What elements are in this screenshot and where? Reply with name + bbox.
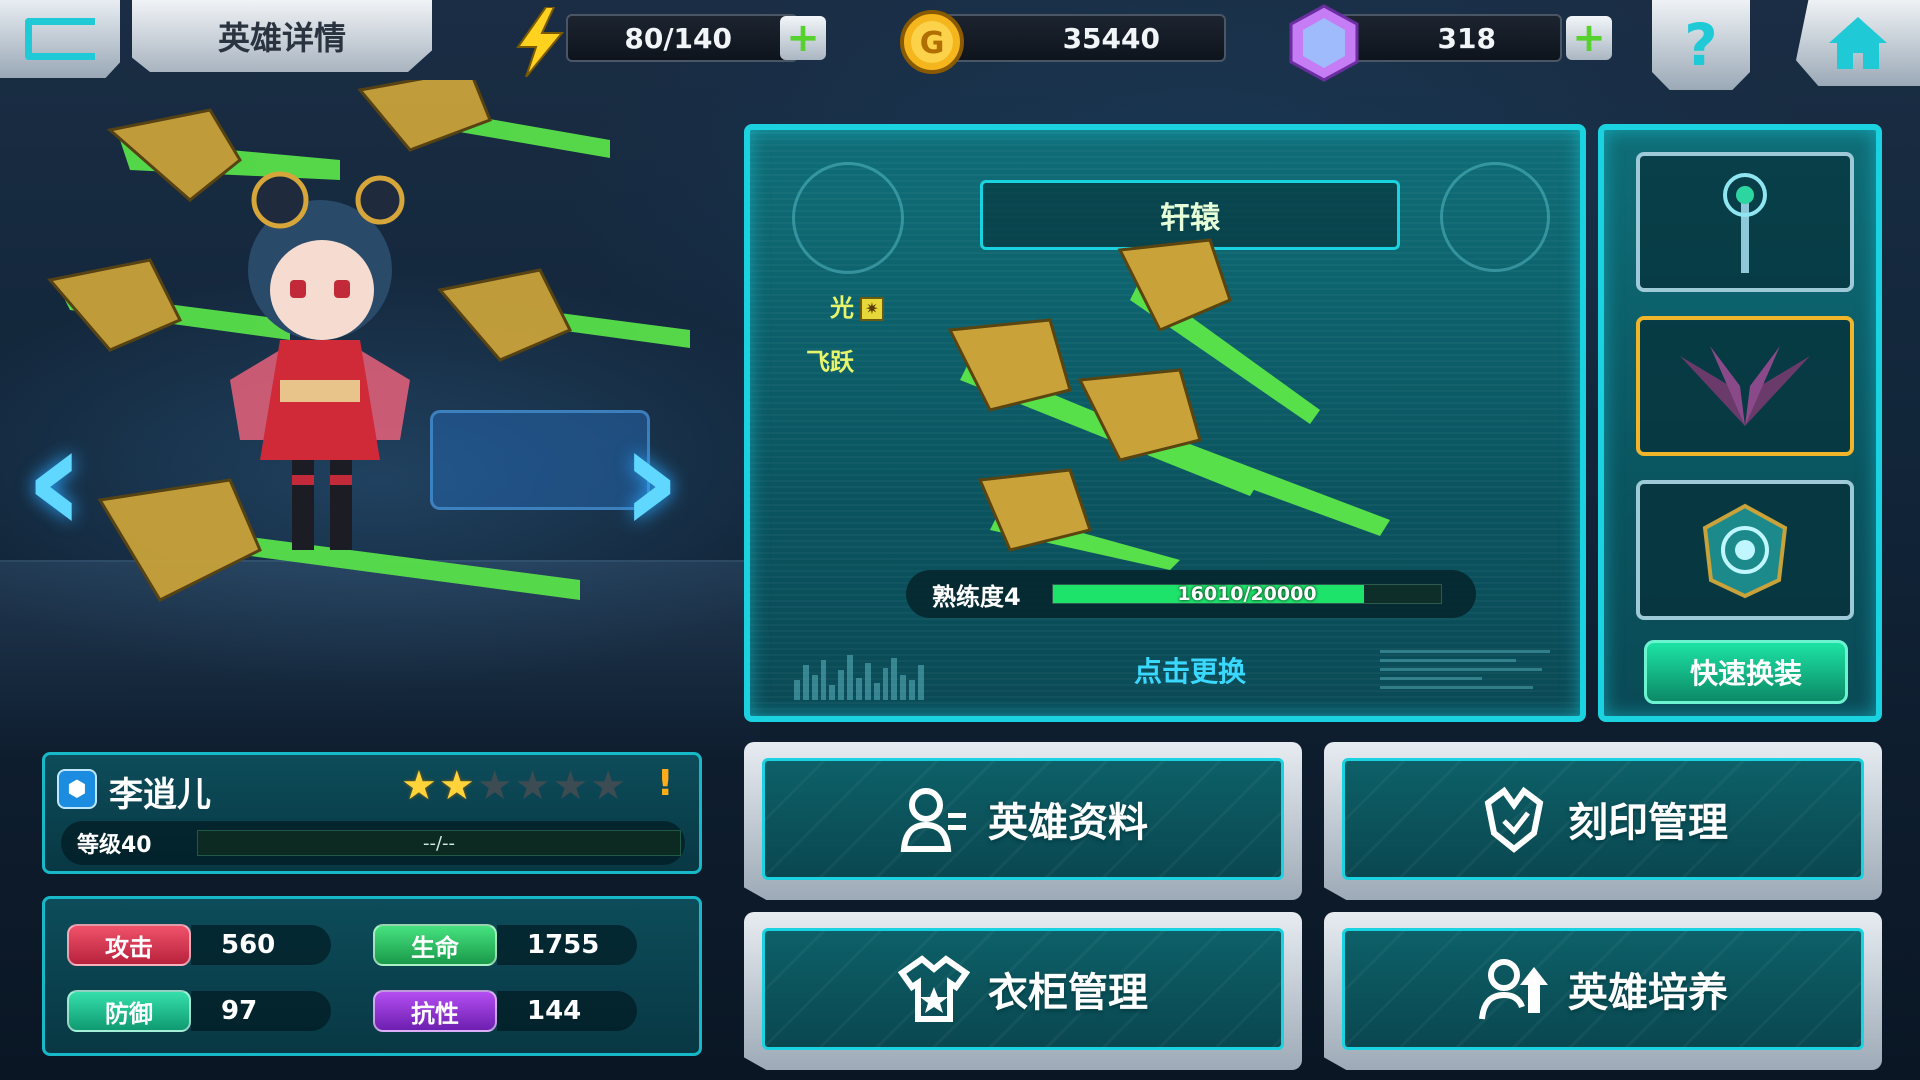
flying-sword [437,268,690,362]
lightning-icon [510,6,570,78]
defense-stat: 防御 97 [67,987,331,1035]
hp-label: 生命 [373,924,497,966]
star-filled-icon: ★ [438,763,475,809]
weapon-artwork[interactable] [880,210,1440,570]
imprint-icon [1478,783,1550,855]
mastery-label: 熟练度4 [932,582,1021,611]
add-gems-button[interactable]: + [1566,16,1612,60]
attack-value: 560 [191,925,331,965]
hero-info-label: 英雄资料 [988,800,1148,846]
training-label: 英雄培养 [1568,970,1728,1016]
training-button[interactable]: 英雄培养 [1324,912,1882,1070]
plus-icon: + [1572,15,1606,61]
gem-icon [1286,4,1362,82]
hero-name: 李逍儿 [109,775,211,815]
hero-character[interactable] [40,68,720,700]
staff-icon [1723,173,1767,273]
gem-counter: 318 [1330,14,1562,62]
flying-sword [357,68,610,158]
equipment-slot-2[interactable] [1636,316,1854,456]
star-empty-icon: ★ [514,763,551,809]
mastery-value: 16010/20000 [1177,583,1317,605]
back-arrow-icon [25,18,95,60]
star-empty-icon: ★ [590,763,627,809]
gem-value: 318 [1437,21,1496,55]
home-button[interactable] [1796,0,1920,86]
exp-text: --/-- [422,832,456,854]
star-empty-icon: ★ [552,763,589,809]
attack-label: 攻击 [67,924,191,966]
gold-value: 35440 [1062,21,1160,55]
imprint-button[interactable]: 刻印管理 [1324,742,1882,900]
wings-icon [1680,346,1810,426]
gold-counter: 35440 [940,14,1226,62]
wardrobe-label: 衣柜管理 [988,970,1148,1016]
trait-tag: 飞跃 [806,342,854,377]
resist-label: 抗性 [373,990,497,1032]
resist-value: 144 [497,991,637,1031]
question-icon: ? [1684,11,1718,79]
home-icon [1829,17,1887,69]
element-label: 光 [830,294,854,322]
radar-icon [1440,162,1550,272]
hp-value: 1755 [497,925,637,965]
flying-sword [106,108,340,202]
defense-value: 97 [191,991,331,1031]
weapon-panel: 轩辕 光 ✷ 飞跃 熟练度4 16010/20000 点击更换 [744,124,1586,722]
attack-stat: 攻击 560 [67,921,331,969]
equalizer-decoration [794,650,924,700]
plus-icon: + [786,15,820,61]
star-empty-icon: ★ [476,763,513,809]
resist-stat: 抗性 144 [373,987,637,1035]
quick-change-button[interactable]: 快速换装 [1644,640,1848,704]
top-bar: 英雄详情 80/140 + 35440 G 318 + ? [0,0,1920,90]
hero-class-icon: ⬢ [57,769,97,809]
emblem-icon [1702,503,1788,599]
hp-stat: 生命 1755 [373,921,637,969]
change-weapon-button[interactable]: 点击更换 [1110,650,1270,692]
trait-label: 飞跃 [806,348,854,376]
svg-text:G: G [920,26,945,61]
equipment-panel: 快速换装 [1598,124,1882,722]
star-rating: ★ ★ ★ ★ ★ ★ [401,763,626,809]
level-row: 等级40 --/-- [61,821,685,865]
alert-icon[interactable]: ! [657,763,673,804]
help-button[interactable]: ? [1652,0,1750,90]
next-hero-arrow[interactable]: › [620,405,682,555]
equipment-slot-3[interactable] [1636,480,1854,620]
hero-info-card: ⬢ 李逍儿 ★ ★ ★ ★ ★ ★ ! 等级40 --/-- [42,752,702,874]
level-label: 等级40 [77,833,152,858]
equipment-slot-1[interactable] [1636,152,1854,292]
energy-value: 80/140 [624,21,732,55]
star-filled-icon: ★ [401,763,437,809]
back-button[interactable] [0,0,120,78]
shirt-icon [898,953,970,1025]
add-energy-button[interactable]: + [780,16,826,60]
energy-counter: 80/140 [566,14,798,62]
defense-label: 防御 [67,990,191,1032]
scanline-decoration [1380,650,1550,700]
mastery-progress-bar: 16010/20000 [1052,583,1442,605]
wardrobe-button[interactable]: 衣柜管理 [744,912,1302,1070]
hero-info-button[interactable]: 英雄资料 [744,742,1302,900]
page-title: 英雄详情 [132,0,432,72]
flying-sword [1077,368,1390,536]
flying-sword [977,468,1180,570]
profile-icon [898,783,970,855]
mastery-row: 熟练度4 16010/20000 [906,570,1476,618]
hero-figure [230,171,410,550]
exp-bar: --/-- [197,830,681,856]
gold-coin-icon: G [896,6,968,78]
upgrade-icon [1478,953,1550,1025]
imprint-label: 刻印管理 [1568,800,1728,846]
prev-hero-arrow[interactable]: ‹ [24,405,86,555]
element-tag: 光 ✷ [830,288,884,323]
stats-card: 攻击 560 生命 1755 防御 97 抗性 144 [42,896,702,1056]
